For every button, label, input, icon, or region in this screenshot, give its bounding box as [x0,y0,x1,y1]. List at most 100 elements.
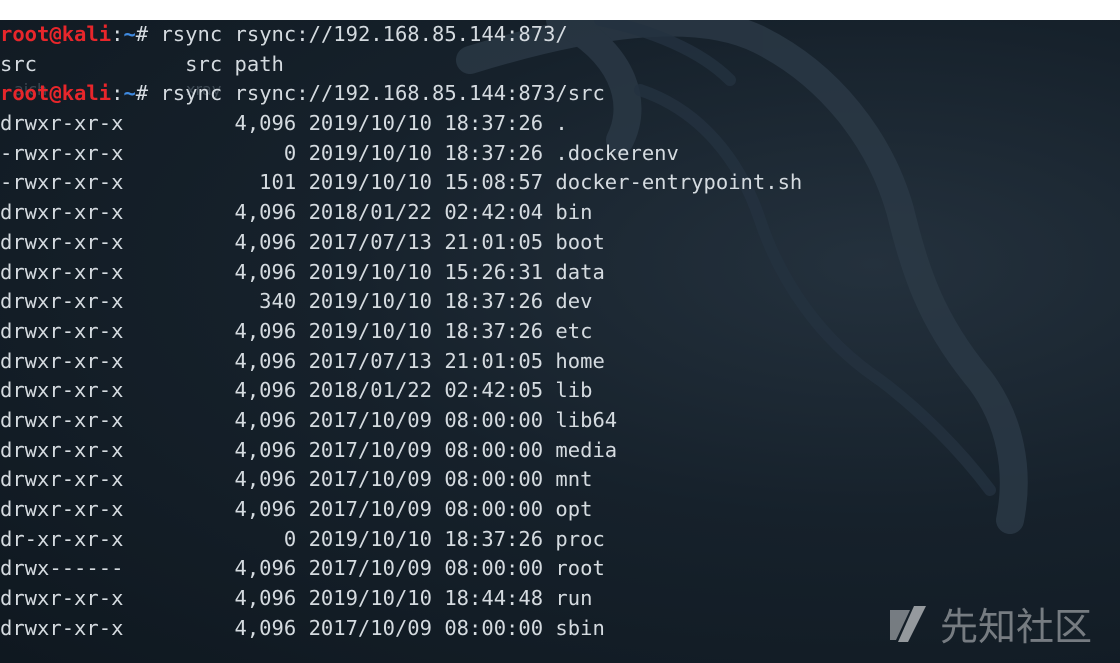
file-time: 21:01:05 [444,348,556,373]
file-date: 2019/10/10 [308,586,445,611]
file-size: 4,096 [123,467,309,492]
file-permissions: drwxr-xr-x [0,289,124,314]
prompt-user-host: root@kali [0,22,112,46]
file-size: 0 [123,526,309,551]
listing-row: drwxr-xr-x 4,096 2019/10/10 18:37:26 . [0,109,802,139]
file-size: 101 [123,170,309,195]
file-size: 4,096 [123,437,309,462]
xianzhi-logo-icon [889,605,926,642]
file-name: media [555,437,618,462]
prompt-line: root@kali:~# rsync rsync://192.168.85.14… [0,22,568,46]
file-size: 4,096 [123,229,309,254]
file-date: 2019/10/10 [308,318,445,343]
listing-row: drwxr-xr-x 4,096 2017/10/09 08:00:00 opt [0,495,802,525]
listing-row: drwxr-xr-x 4,096 2018/01/22 02:42:05 lib [0,376,802,406]
file-name: lib [555,378,593,403]
file-permissions: -rwxr-xr-x [0,170,124,195]
file-date: 2017/10/09 [308,407,445,432]
file-permissions: drwxr-xr-x [0,615,124,640]
file-time: 08:00:00 [444,556,556,581]
file-date: 2018/01/22 [308,378,445,403]
file-name: lib64 [555,407,618,432]
file-time: 18:37:26 [444,111,556,136]
file-time: 08:00:00 [444,437,556,462]
file-name: run [555,586,593,611]
file-name: home [555,348,605,373]
prompt-user-host: root@kali [0,81,112,106]
file-permissions: drwxr-xr-x [0,378,124,403]
file-date: 2017/10/09 [308,467,445,492]
file-permissions: drwxr-xr-x [0,497,124,521]
file-name: etc [555,318,593,343]
file-time: 08:00:00 [444,407,556,432]
file-name: docker-entrypoint.sh [555,170,803,195]
file-size: 4,096 [123,407,309,432]
file-size: 4,096 [123,111,309,136]
file-time: 02:42:05 [444,378,556,403]
command-text: rsync rsync://192.168.85.144:873/src [160,81,605,106]
file-size: 4,096 [123,615,309,640]
file-time: 18:37:26 [444,318,556,343]
file-name: dev [555,289,593,314]
file-name: bin [555,200,593,225]
file-permissions: drwxr-xr-x [0,407,124,432]
file-permissions: drwxr-xr-x [0,229,124,254]
file-size: 0 [123,140,309,165]
file-name: proc [555,526,605,551]
file-permissions: drwxr-xr-x [0,111,124,136]
prompt-cwd: ~ [123,22,136,46]
terminal-output: root@kali:~# rsync rsync://192.168.85.14… [0,20,802,643]
file-name: mnt [555,467,593,492]
module-comment: src path [185,51,284,76]
file-name: sbin [555,615,605,640]
file-time: 18:37:26 [444,526,556,551]
file-time: 18:37:26 [444,140,556,165]
file-size: 4,096 [123,259,309,284]
terminal-window[interactable]: aich xray root@kali:~# rsync rsync://192… [0,20,1120,663]
file-permissions: drwxr-xr-x [0,348,124,373]
file-time: 15:26:31 [444,259,556,284]
listing-row: -rwxr-xr-x 101 2019/10/10 15:08:57 docke… [0,168,802,198]
listing-row: drwxr-xr-x 4,096 2019/10/10 15:26:31 dat… [0,258,802,288]
file-permissions: drwxr-xr-x [0,437,124,462]
watermark-text: 先知社区 [939,605,1092,649]
file-permissions: drwx------ [0,556,124,581]
file-date: 2018/01/22 [308,200,445,225]
file-date: 2019/10/10 [308,289,445,314]
file-size: 4,096 [123,497,309,521]
file-date: 2017/07/13 [308,229,445,254]
file-name: data [555,259,605,284]
file-permissions: drwxr-xr-x [0,467,124,492]
file-time: 08:00:00 [444,467,556,492]
file-date: 2019/10/10 [308,259,445,284]
file-listing: drwxr-xr-x 4,096 2019/10/10 18:37:26 . -r… [0,109,802,643]
listing-row: drwx------ 4,096 2017/10/09 08:00:00 roo… [0,554,802,584]
module-line: src src path [0,50,802,80]
listing-row: drwxr-xr-x 4,096 2017/10/09 08:00:00 lib… [0,406,802,436]
command-text: rsync rsync://192.168.85.144:873/ [160,22,568,46]
listing-row: drwxr-xr-x 340 2019/10/10 18:37:26 dev [0,287,802,317]
listing-row: drwxr-xr-x 4,096 2017/07/13 21:01:05 boo… [0,228,802,258]
file-size: 4,096 [123,586,309,611]
file-permissions: dr-xr-xr-x [0,526,124,551]
file-date: 2019/10/10 [308,111,445,136]
file-permissions: drwxr-xr-x [0,200,124,225]
file-time: 15:08:57 [444,170,556,195]
file-size: 4,096 [123,556,309,581]
file-size: 4,096 [123,348,309,373]
file-name: . [555,111,568,136]
file-size: 4,096 [123,318,309,343]
file-time: 21:01:05 [444,229,556,254]
file-date: 2019/10/10 [308,140,445,165]
listing-row: drwxr-xr-x 4,096 2017/10/09 08:00:00 sbi… [0,614,802,644]
file-date: 2017/10/09 [308,497,445,521]
file-name: boot [555,229,605,254]
listing-row: drwxr-xr-x 4,096 2017/07/13 21:01:05 hom… [0,347,802,377]
file-date: 2019/10/10 [308,526,445,551]
file-permissions: drwxr-xr-x [0,318,124,343]
file-time: 18:44:48 [444,586,556,611]
file-date: 2017/10/09 [308,437,445,462]
file-date: 2017/10/09 [308,556,445,581]
module-name: src [0,51,38,76]
listing-row: drwxr-xr-x 4,096 2017/10/09 08:00:00 med… [0,436,802,466]
